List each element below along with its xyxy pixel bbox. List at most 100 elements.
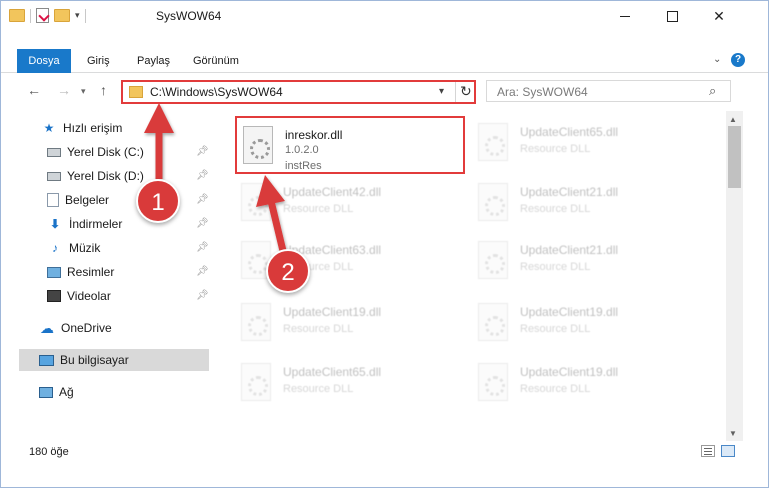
file-name: UpdateClient65.dll [283, 365, 382, 379]
sidebar-item-onedrive[interactable]: ☁ OneDrive [39, 317, 209, 339]
documents-icon [47, 193, 59, 207]
maximize-button[interactable] [649, 1, 695, 31]
pin-icon[interactable]: 📌︎ [196, 218, 209, 229]
file-item[interactable]: UpdateClient21.dll Resource DLL [472, 175, 702, 233]
address-bar[interactable]: C:\Windows\SysWOW64 ▾ ↻ [121, 80, 476, 104]
close-button[interactable]: ✕ [696, 1, 742, 31]
file-name: UpdateClient21.dll [520, 185, 619, 199]
dll-file-icon [241, 303, 271, 341]
step-2-badge: 2 [266, 249, 310, 293]
sidebar-item-videos[interactable]: Videolar 📌︎ [47, 285, 209, 307]
sidebar-item-this-pc[interactable]: Bu bilgisayar [19, 349, 209, 371]
explorer-window: ▾ SysWOW64 ✕ Dosya Giriş Paylaş Görünüm … [0, 0, 769, 488]
sidebar-item-quick-access[interactable]: ★ Hızlı erişim [41, 117, 209, 139]
address-path[interactable]: C:\Windows\SysWOW64 [150, 85, 283, 99]
sidebar-item-documents[interactable]: Belgeler 📌︎ [47, 189, 209, 211]
file-name: UpdateClient19.dll [520, 305, 619, 319]
file-name: UpdateClient65.dll [520, 125, 619, 139]
sidebar-item-network[interactable]: Ağ [39, 381, 209, 403]
file-item[interactable]: UpdateClient19.dll Resource DLL [472, 355, 702, 413]
sidebar-item-label: Yerel Disk (C:) [67, 145, 144, 159]
address-separator [455, 82, 456, 102]
download-icon: ⬇ [49, 217, 61, 231]
tab-view[interactable]: Görünüm [185, 49, 247, 73]
tab-share[interactable]: Paylaş [129, 49, 178, 73]
file-item[interactable]: UpdateClient19.dll Resource DLL [472, 295, 702, 353]
sidebar-item-label: Müzik [69, 241, 101, 255]
sidebar-item-label: Bu bilgisayar [60, 353, 129, 367]
sidebar-item-label: Ağ [59, 385, 74, 399]
scrollbar-thumb[interactable] [728, 126, 741, 188]
pin-icon[interactable]: 📌︎ [196, 290, 209, 301]
properties-icon[interactable] [36, 8, 49, 23]
file-item[interactable]: UpdateClient65.dll Resource DLL [472, 115, 702, 173]
toolbar-separator [84, 8, 86, 23]
forward-arrow-icon[interactable]: → [57, 82, 71, 98]
pin-icon[interactable]: 📌︎ [196, 242, 209, 253]
expand-ribbon-icon[interactable]: ⌄ [713, 54, 721, 65]
sidebar-item-label: Yerel Disk (D:) [67, 169, 144, 183]
customize-toolbar-icon[interactable]: ▾ [75, 10, 80, 21]
toolbar-separator [30, 8, 31, 23]
sidebar-item-label: Hızlı erişim [63, 121, 123, 135]
quick-access-toolbar: ▾ [9, 8, 86, 23]
pin-icon[interactable]: 📌︎ [196, 146, 209, 157]
tab-home[interactable]: Giriş [79, 49, 118, 73]
file-item[interactable]: UpdateClient19.dll Resource DLL [235, 295, 465, 353]
file-version: 1.0.2.0 [285, 144, 319, 156]
file-description: Resource DLL [520, 261, 591, 273]
tab-file[interactable]: Dosya [17, 49, 71, 73]
scroll-down-icon[interactable]: ▼ [729, 429, 737, 438]
search-icon[interactable]: ⌕ [709, 83, 716, 99]
file-name: UpdateClient21.dll [520, 243, 619, 257]
search-box[interactable]: Ara: SysWOW64 ⌕ [486, 80, 731, 102]
address-dropdown-icon[interactable]: ▾ [439, 86, 444, 97]
drive-icon [47, 147, 61, 157]
file-name: UpdateClient19.dll [283, 305, 382, 319]
dll-file-icon [241, 363, 271, 401]
file-name: UpdateClient19.dll [520, 365, 619, 379]
file-name: inreskor.dll [285, 128, 343, 142]
dll-file-icon [241, 183, 271, 221]
search-placeholder[interactable]: Ara: SysWOW64 [497, 85, 588, 99]
status-bar: 180 öğe [1, 441, 768, 463]
sidebar-item-pictures[interactable]: Resimler 📌︎ [47, 261, 209, 283]
details-view-icon[interactable] [701, 445, 715, 457]
back-arrow-icon[interactable]: ← [27, 82, 41, 98]
sidebar-item-disk-c[interactable]: Yerel Disk (C:) 📌︎ [47, 141, 209, 163]
recent-locations-icon[interactable]: ▾ [81, 86, 86, 97]
pin-icon[interactable]: 📌︎ [196, 194, 209, 205]
pin-icon[interactable]: 📌︎ [196, 266, 209, 277]
help-icon[interactable]: ? [731, 53, 745, 67]
refresh-icon[interactable]: ↻ [460, 83, 472, 100]
file-item[interactable]: UpdateClient65.dll Resource DLL [235, 355, 465, 413]
file-name: UpdateClient42.dll [283, 185, 382, 199]
network-icon [39, 386, 53, 398]
dll-file-icon [478, 303, 508, 341]
sidebar-item-disk-d[interactable]: Yerel Disk (D:) 📌︎ [47, 165, 209, 187]
new-folder-icon[interactable] [54, 9, 70, 22]
file-item[interactable]: UpdateClient21.dll Resource DLL [472, 233, 702, 291]
minimize-button[interactable] [602, 1, 648, 31]
drive-icon [47, 171, 61, 181]
scroll-up-icon[interactable]: ▲ [729, 115, 737, 124]
music-icon: ♪ [52, 241, 58, 255]
dll-file-icon [243, 126, 273, 164]
title-bar: ▾ SysWOW64 ✕ [1, 1, 768, 31]
file-description: instRes [285, 160, 322, 172]
sidebar-item-label: Belgeler [65, 193, 110, 207]
folder-icon [9, 9, 25, 22]
sidebar-item-downloads[interactable]: ⬇ İndirmeler 📌︎ [47, 213, 209, 235]
sidebar-item-music[interactable]: ♪ Müzik 📌︎ [47, 237, 209, 259]
up-arrow-icon[interactable]: ↑ [100, 82, 107, 98]
dll-file-icon [478, 363, 508, 401]
folder-icon [129, 86, 143, 98]
file-item[interactable]: UpdateClient42.dll Resource DLL [235, 175, 465, 233]
file-item-inreskor[interactable]: inreskor.dll 1.0.2.0 instRes [235, 116, 465, 174]
dll-file-icon [478, 183, 508, 221]
vertical-scrollbar[interactable]: ▲ ▼ [726, 111, 743, 441]
pin-icon[interactable]: 📌︎ [196, 170, 209, 181]
large-icons-view-icon[interactable] [721, 445, 735, 457]
dll-file-icon [478, 123, 508, 161]
file-description: Resource DLL [283, 383, 354, 395]
